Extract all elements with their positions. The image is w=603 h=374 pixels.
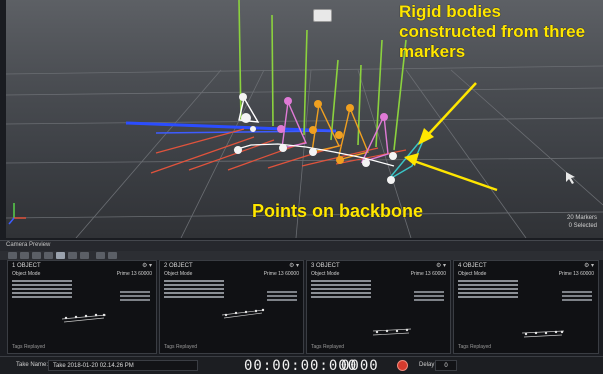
axis-gizmo-icon	[8, 203, 26, 225]
mouse-cursor	[566, 172, 575, 184]
take-name-field[interactable]: Take 2018-01-20 02.14.26 PM	[48, 360, 198, 371]
camera-4-mode: Object Mode	[458, 271, 487, 277]
perspective-viewport[interactable]: Rigid bodies constructed from three mark…	[6, 0, 603, 238]
delay-label: Delay	[419, 362, 435, 368]
gear-icon[interactable]: ⚙ ▾	[142, 262, 152, 269]
camera-1-title: 1 OBJECT	[12, 263, 41, 269]
zoom-tool-icon[interactable]	[20, 252, 29, 259]
camera-3-footer: Tags Replayed	[311, 344, 345, 350]
camera-2-info: Prime 13 60000	[263, 271, 299, 277]
camera-panel-2[interactable]: 2 OBJECT ⚙ ▾ Object Mode Prime 13 60000 …	[159, 260, 304, 354]
camera-3-title: 3 OBJECT	[311, 263, 340, 269]
camera-2-footer: Tags Replayed	[164, 344, 198, 350]
blue-axis-line-2	[155, 130, 337, 134]
points-on-backbone-annotation: Points on backbone	[252, 201, 424, 221]
gear-icon[interactable]: ⚙ ▾	[436, 262, 446, 269]
camera-preview-toolbar	[0, 251, 603, 260]
select-tool-icon[interactable]	[8, 252, 17, 259]
camera-3-stats-right	[414, 289, 444, 303]
grid-tool-icon[interactable]	[44, 252, 53, 259]
camera-3-stats	[311, 278, 371, 300]
settings-tool-icon[interactable]	[96, 252, 105, 259]
camera-1-mode: Object Mode	[12, 271, 41, 277]
selected-count-readout: 0 Selected	[568, 223, 597, 229]
camera-4-stats-right	[562, 289, 592, 303]
camera-preview-header: Camera Preview	[0, 240, 603, 251]
camera-4-stats	[458, 278, 518, 300]
camera-preview-title: Camera Preview	[6, 242, 51, 248]
take-name-label: Take Name:	[16, 362, 49, 368]
delay-field[interactable]: 0	[435, 360, 457, 371]
camera-2-stats-right	[267, 289, 297, 303]
frame-counter: 0000	[341, 358, 379, 374]
camera-panel-3[interactable]: 3 OBJECT ⚙ ▾ Object Mode Prime 13 60000 …	[306, 260, 451, 354]
camera-3-info: Prime 13 60000	[410, 271, 446, 277]
camera-1-footer: Tags Replayed	[12, 344, 46, 350]
motive-screen: Rigid bodies constructed from three mark…	[0, 0, 603, 374]
view-toggle-button[interactable]	[313, 9, 332, 22]
mask-tool-icon[interactable]	[32, 252, 41, 259]
camera-panel-4[interactable]: 4 OBJECT ⚙ ▾ Object Mode Prime 13 60000 …	[453, 260, 599, 354]
camera-1-stats-right	[120, 289, 150, 303]
rigid-bodies-annotation: Rigid bodies constructed from three mark…	[399, 2, 586, 61]
take-bar: Take Name: Take 2018-01-20 02.14.26 PM 0…	[0, 356, 603, 374]
layout-tool-icon[interactable]	[56, 252, 65, 259]
camera-4-title: 4 OBJECT	[458, 263, 487, 269]
view-tool-icon[interactable]	[108, 252, 117, 259]
record-icon[interactable]	[397, 360, 408, 371]
camera-3-mode: Object Mode	[311, 271, 340, 277]
gear-icon[interactable]: ⚙ ▾	[584, 262, 594, 269]
camera-1-info: Prime 13 60000	[116, 271, 152, 277]
camera-4-footer: Tags Replayed	[458, 344, 492, 350]
camera-2-stats	[164, 278, 224, 300]
camera-panel-1[interactable]: 1 OBJECT ⚙ ▾ Object Mode Prime 13 60000 …	[7, 260, 157, 354]
marker-count-readout: 20 Markers	[566, 215, 597, 221]
camera-panels: 1 OBJECT ⚙ ▾ Object Mode Prime 13 60000 …	[7, 260, 599, 354]
camera-2-title: 2 OBJECT	[164, 263, 193, 269]
camera-4-info: Prime 13 60000	[558, 271, 594, 277]
camera-2-mode: Object Mode	[164, 271, 193, 277]
filter-tool-icon[interactable]	[80, 252, 89, 259]
camera-1-stats	[12, 278, 72, 300]
arrow-annotation	[404, 82, 498, 192]
camera-tool-icon[interactable]	[68, 252, 77, 259]
gear-icon[interactable]: ⚙ ▾	[289, 262, 299, 269]
